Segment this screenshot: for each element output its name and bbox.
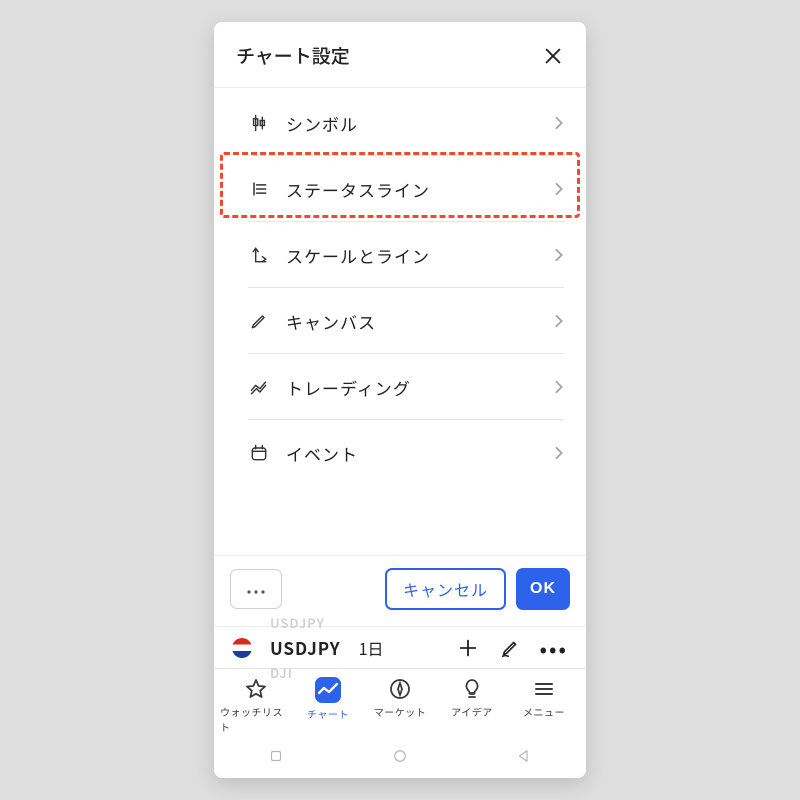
settings-row-label: キャンバス: [286, 309, 376, 334]
tab-label: マーケット: [374, 704, 427, 719]
tab-watchlist[interactable]: ウォッチリスト: [220, 677, 292, 734]
settings-row-scales[interactable]: スケールとライン: [214, 222, 586, 288]
settings-row-events[interactable]: イベント: [214, 420, 586, 486]
cancel-button[interactable]: キャンセル: [385, 568, 506, 610]
tab-chart[interactable]: チャート: [292, 677, 364, 734]
tab-label: アイデア: [451, 704, 493, 719]
nav-back-icon[interactable]: [515, 746, 533, 770]
lines-icon: [248, 178, 270, 200]
draw-pencil-icon[interactable]: [498, 636, 522, 660]
settings-row-label: シンボル: [286, 111, 358, 136]
settings-row-label: トレーディング: [286, 375, 411, 400]
nav-home-icon[interactable]: [391, 746, 409, 770]
ok-button[interactable]: OK: [516, 568, 570, 610]
calendar-icon: [248, 442, 270, 464]
system-nav: [214, 738, 586, 778]
settings-row-canvas[interactable]: キャンバス: [214, 288, 586, 354]
chart-icon: [315, 677, 341, 703]
settings-row-trading[interactable]: トレーディング: [214, 354, 586, 420]
more-button[interactable]: [230, 569, 282, 609]
settings-header: チャート設定: [214, 22, 586, 88]
symbol-label[interactable]: USDJPY: [270, 635, 341, 660]
settings-row-label: ステータスライン: [286, 177, 430, 202]
tab-market[interactable]: マーケット: [364, 677, 436, 734]
tab-label: メニュー: [523, 704, 565, 719]
settings-row-label: スケールとライン: [286, 243, 430, 268]
tab-menu[interactable]: メニュー: [508, 677, 580, 734]
settings-title: チャート設定: [236, 42, 350, 69]
ghost-symbol: USDJPY: [270, 613, 325, 632]
chevron-right-icon: [554, 309, 564, 333]
plus-icon[interactable]: [456, 636, 480, 660]
flag-icon: [232, 638, 252, 658]
chevron-right-icon: [554, 243, 564, 267]
chevron-right-icon: [554, 111, 564, 135]
settings-row-statusline[interactable]: ステータスライン: [214, 156, 586, 222]
chevron-right-icon: [554, 375, 564, 399]
candlestick-icon: [248, 112, 270, 134]
trend-icon: [248, 376, 270, 398]
more-horizontal-icon: [245, 577, 267, 601]
more-horizontal-icon[interactable]: •••: [540, 643, 568, 653]
chart-toolbar: USDJPY USDJPY 1日 ••• DJI: [214, 626, 586, 668]
chevron-right-icon: [554, 177, 564, 201]
tab-idea[interactable]: アイデア: [436, 677, 508, 734]
ghost-symbol: DJI: [270, 663, 293, 682]
timeframe-label[interactable]: 1日: [359, 636, 384, 660]
settings-row-label: イベント: [286, 441, 358, 466]
pencil-icon: [248, 310, 270, 332]
chevron-right-icon: [554, 441, 564, 465]
close-icon[interactable]: [542, 45, 564, 67]
nav-recent-icon[interactable]: [267, 746, 285, 770]
scales-icon: [248, 244, 270, 266]
settings-row-symbol[interactable]: シンボル: [214, 90, 586, 156]
tab-label: ウォッチリスト: [220, 704, 292, 734]
settings-list: シンボル ステータスライン: [214, 88, 586, 555]
device-frame: チャート設定 シンボル: [214, 22, 586, 778]
tab-label: チャート: [307, 706, 349, 721]
